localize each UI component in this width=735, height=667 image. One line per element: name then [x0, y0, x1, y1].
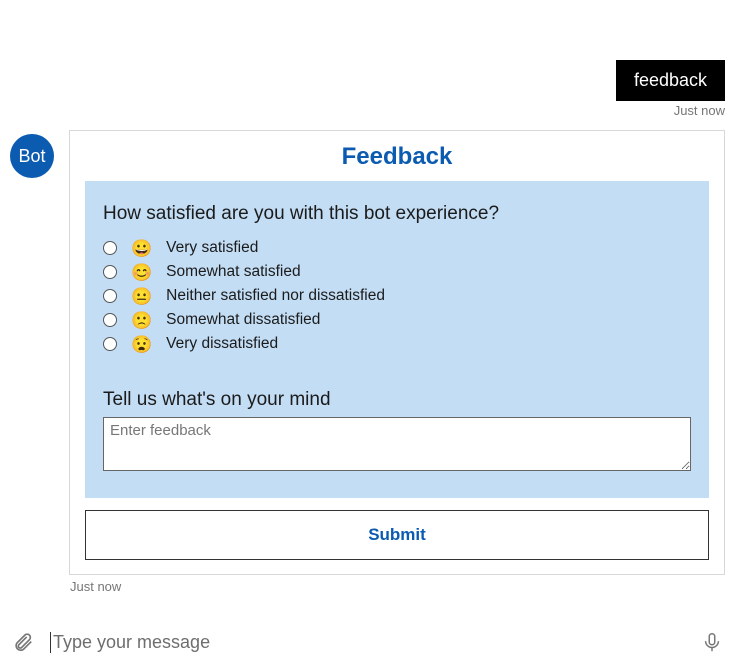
input-bar	[0, 621, 735, 667]
satisfaction-question: How satisfied are you with this bot expe…	[103, 203, 691, 225]
message-input[interactable]	[50, 632, 685, 653]
submit-button[interactable]: Submit	[85, 510, 709, 560]
bot-message-timestamp: Just now	[70, 579, 725, 594]
bot-message-row: Bot Feedback How satisfied are you with …	[10, 130, 725, 575]
satisfaction-options: 😀 Very satisfied 😊 Somewhat satisfied 😐 Neith…	[103, 239, 691, 353]
option-label: Very dissatisfied	[166, 335, 278, 353]
emoji-icon: 😧	[131, 336, 152, 353]
emoji-icon: 😊	[131, 264, 152, 281]
radio-icon[interactable]	[103, 241, 117, 255]
emoji-icon: 😀	[131, 240, 152, 257]
radio-icon[interactable]	[103, 289, 117, 303]
option-very-dissatisfied[interactable]: 😧 Very dissatisfied	[103, 335, 691, 353]
radio-icon[interactable]	[103, 265, 117, 279]
option-neutral[interactable]: 😐 Neither satisfied nor dissatisfied	[103, 287, 691, 305]
user-message-bubble: feedback	[616, 60, 725, 101]
option-label: Very satisfied	[166, 239, 258, 257]
attachment-icon[interactable]	[10, 629, 36, 655]
user-message-timestamp: Just now	[10, 103, 725, 118]
microphone-icon[interactable]	[699, 629, 725, 655]
feedback-survey-body: How satisfied are you with this bot expe…	[85, 181, 709, 498]
radio-icon[interactable]	[103, 337, 117, 351]
option-somewhat-dissatisfied[interactable]: 🙁 Somewhat dissatisfied	[103, 311, 691, 329]
feedback-card-title: Feedback	[85, 143, 709, 171]
emoji-icon: 🙁	[131, 312, 152, 329]
radio-icon[interactable]	[103, 313, 117, 327]
feedback-textarea[interactable]	[103, 417, 691, 471]
user-message-row: feedback	[10, 60, 725, 101]
option-label: Somewhat satisfied	[166, 263, 300, 281]
option-somewhat-satisfied[interactable]: 😊 Somewhat satisfied	[103, 263, 691, 281]
emoji-icon: 😐	[131, 288, 152, 305]
feedback-card: Feedback How satisfied are you with this…	[69, 130, 725, 575]
freeform-label: Tell us what's on your mind	[103, 389, 691, 411]
chat-area: feedback Just now Bot Feedback How satis…	[0, 0, 735, 621]
option-label: Somewhat dissatisfied	[166, 311, 320, 329]
option-label: Neither satisfied nor dissatisfied	[166, 287, 385, 305]
option-very-satisfied[interactable]: 😀 Very satisfied	[103, 239, 691, 257]
bot-avatar: Bot	[10, 134, 54, 178]
